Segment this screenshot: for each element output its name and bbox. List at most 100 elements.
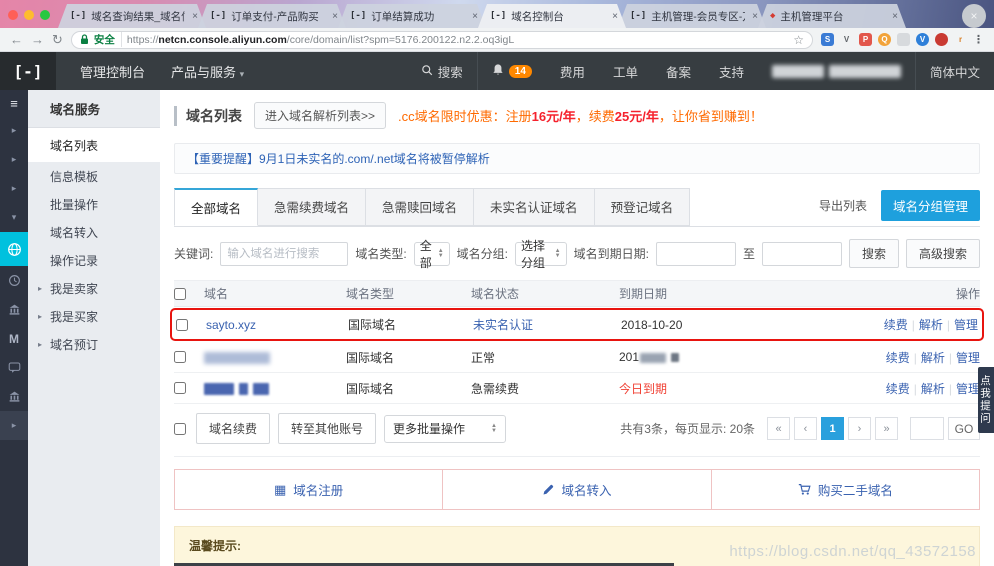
window-minimize-button[interactable] [24,10,34,20]
renew-link[interactable]: 续费 [886,351,910,365]
overlay-close-button[interactable]: × [962,4,986,28]
tab-close-icon[interactable]: × [470,11,480,22]
global-search[interactable]: 搜索 [407,52,477,90]
address-bar[interactable]: 安全 https://netcn.console.aliyun.com/core… [70,30,813,49]
buy-secondhand-button[interactable]: 购买二手域名 [710,470,979,509]
back-icon[interactable]: ← [10,32,23,47]
nav-fee-link[interactable]: 费用 [546,52,599,90]
notifications[interactable]: 14 [476,52,546,90]
notice-link[interactable]: 【重要提醒】9月1日未实名的.com/.net域名将被暂停解析 [187,152,490,166]
nav-ticket-link[interactable]: 工单 [599,52,652,90]
tab-close-icon[interactable]: × [190,11,200,22]
page-1-button[interactable]: 1 [821,417,844,440]
bank-building-icon[interactable] [0,382,28,411]
feedback-vertical-tab[interactable]: 点我提问 [978,367,994,433]
adblock-extension-icon[interactable] [935,33,948,46]
tab-close-icon[interactable]: × [890,11,900,22]
extension-icon[interactable] [897,33,910,46]
domain-link[interactable]: sayto.xyz [206,318,256,332]
keyword-input[interactable] [220,241,349,266]
nav-support-link[interactable]: 支持 [705,52,758,90]
market-m-icon[interactable]: M [0,324,28,353]
extension-icon[interactable]: r [954,33,967,46]
bank-building-icon[interactable] [0,295,28,324]
tab-renew-needed[interactable]: 急需续费域名 [258,188,367,226]
browser-tab-6[interactable]: ◆ 主机管理平台 × [758,4,906,28]
tab-all-domains[interactable]: 全部域名 [174,188,259,226]
sidebar-item-op-history[interactable]: 操作记录 [28,246,160,274]
expiry-end-input[interactable] [761,241,842,266]
group-select[interactable]: 选择分组 ▲ ▼ [515,239,567,270]
row-checkbox[interactable] [174,351,186,363]
window-zoom-button[interactable] [40,10,50,20]
extension-icon[interactable]: V [916,33,929,46]
sidebar-item-buyer[interactable]: ▸ 我是买家 [28,302,160,330]
tab-close-icon[interactable]: × [330,11,340,22]
reload-icon[interactable]: ↻ [52,32,63,48]
advanced-search-button[interactable]: 高级搜索 [905,239,980,268]
expand-arrow-icon[interactable]: ▸ [0,411,28,440]
browser-tab-1[interactable]: [-] 域名查询结果_域名信息_二手 × [58,4,206,28]
sidebar-item-info-template[interactable]: 信息模板 [28,162,160,190]
expand-arrow-icon[interactable]: ▸ [0,145,28,174]
group-manage-button[interactable]: 域名分组管理 [880,189,980,221]
bookmark-star-icon[interactable]: ☆ [793,33,804,47]
select-all-checkbox[interactable] [174,422,186,435]
history-clock-icon[interactable] [0,266,28,295]
chrome-menu-icon[interactable]: ⋮ [973,33,984,46]
select-all-checkbox[interactable] [174,287,186,300]
collapse-menu-icon[interactable]: ≡ [0,90,28,116]
products-menu[interactable]: 产品与服务 ▾ [171,62,244,81]
export-list-link[interactable]: 导出列表 [819,197,867,214]
expand-arrow-icon[interactable]: ▸ [0,174,28,203]
expiry-start-input[interactable] [655,241,736,266]
window-close-button[interactable] [8,10,18,20]
search-button[interactable]: 搜索 [848,239,899,268]
register-domain-button[interactable]: ▦ 域名注册 [175,470,442,509]
tab-close-icon[interactable]: × [610,11,620,22]
type-select[interactable]: 全部 ▲ ▼ [413,239,450,270]
tab-redeem-needed[interactable]: 急需赎回域名 [366,188,475,226]
sidebar-item-domain-list[interactable]: 域名列表 [28,128,160,162]
prev-page-button[interactable]: ‹ [794,417,817,440]
tab-unverified[interactable]: 未实名认证域名 [474,188,595,226]
manage-link[interactable]: 管理 [954,318,978,332]
first-page-button[interactable]: « [767,417,790,440]
browser-tab-4-active[interactable]: [-] 域名控制台 × [478,4,626,28]
row-checkbox[interactable] [174,382,186,394]
extension-icon[interactable]: V [840,33,853,46]
tab-preregistered[interactable]: 预登记域名 [594,188,691,226]
browser-tab-3[interactable]: [-] 订单结算成功 × [338,4,486,28]
account-menu[interactable] [758,52,915,90]
sidebar-item-seller[interactable]: ▸ 我是卖家 [28,274,160,302]
last-page-button[interactable]: » [875,417,898,440]
batch-transfer-button[interactable]: 转至其他账号 [278,413,377,444]
forward-icon[interactable]: → [31,32,44,47]
dns-list-button[interactable]: 进入域名解析列表>> [254,102,387,129]
extension-icon[interactable]: P [859,33,872,46]
renew-link[interactable]: 续费 [886,382,910,396]
resolve-link[interactable]: 解析 [919,318,943,332]
expand-arrow-icon[interactable]: ▸ [0,116,28,145]
domains-globe-icon[interactable] [0,232,28,266]
console-home-link[interactable]: 管理控制台 [80,62,145,81]
extension-icon[interactable]: S [821,33,834,46]
batch-renew-button[interactable]: 域名续费 [196,413,271,444]
language-switch[interactable]: 简体中文 [914,52,994,90]
sidebar-item-transfer-in[interactable]: 域名转入 [28,218,160,246]
chat-icon[interactable] [0,353,28,382]
resolve-link[interactable]: 解析 [921,382,945,396]
more-batch-select[interactable]: 更多批量操作 ▲ ▼ [384,414,506,443]
collapse-arrow-icon[interactable]: ▾ [0,203,28,232]
page-jump-input[interactable] [910,417,944,440]
tab-close-icon[interactable]: × [750,11,760,22]
aliyun-logo[interactable]: [-] [0,52,56,90]
row-checkbox[interactable] [176,318,188,331]
manage-link[interactable]: 管理 [956,382,980,396]
next-page-button[interactable]: › [848,417,871,440]
sidebar-item-batch-ops[interactable]: 批量操作 [28,190,160,218]
browser-tab-5[interactable]: [-] 主机管理-会员专区-万网(ww × [618,4,766,28]
extension-icon[interactable]: Q [878,33,891,46]
status-link[interactable]: 未实名认证 [473,318,533,332]
nav-beian-link[interactable]: 备案 [652,52,705,90]
